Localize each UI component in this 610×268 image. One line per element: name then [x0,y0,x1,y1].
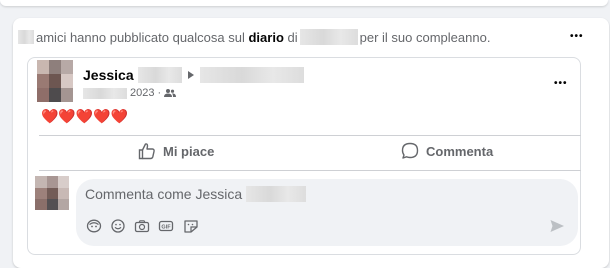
thumbs-up-icon [138,143,155,160]
header-text-after: per il suo compleanno. [359,29,491,45]
redacted-recipient[interactable] [199,67,304,83]
svg-text:GIF: GIF [161,225,171,231]
current-user-avatar[interactable] [35,176,69,210]
arrow-right-icon [187,71,194,79]
author-avatar[interactable] [37,60,73,102]
friends-icon [164,89,177,97]
comment-input[interactable]: Commenta come Jessica [85,186,307,202]
meta-separator: · [157,87,162,99]
author-name[interactable]: Jessica [83,67,134,83]
header-text-before: amici hanno pubblicato qualcosa sul [36,29,245,45]
redacted-surname [246,186,307,202]
post-year[interactable]: 2023 [130,87,154,99]
redacted-date [83,87,127,99]
timeline-link[interactable]: diario [248,30,283,45]
post-meta: 2023 · [83,87,177,99]
comment-label: Commenta [426,143,494,159]
camera-icon[interactable] [134,219,150,233]
like-label: Mi piace [163,143,215,159]
redacted-name [299,29,358,45]
notification-header: amici hanno pubblicato qualcosa sul diar… [18,29,490,45]
previous-post-card [0,0,608,6]
card-more-button[interactable]: ••• [570,32,584,42]
avatar-sticker-icon[interactable] [86,219,102,233]
redacted-surname [137,67,182,83]
redacted-count [18,30,34,44]
comment-bubble-icon [401,142,419,159]
divider [39,135,581,136]
header-text-middle: di [287,29,298,45]
like-button[interactable]: Mi piace [138,142,214,160]
comment-placeholder-text: Commenta come Jessica [85,186,243,202]
sticker-icon[interactable] [183,219,199,233]
post-more-button[interactable]: ••• [554,79,568,89]
send-icon[interactable] [549,218,565,234]
comment-button[interactable]: Commenta [401,142,493,160]
divider [39,170,581,171]
post-author-line: Jessica [83,67,304,83]
emoji-icon[interactable] [110,219,126,233]
gif-icon[interactable]: GIF [158,219,174,233]
post-content: ❤️❤️❤️❤️❤️ [41,108,129,124]
